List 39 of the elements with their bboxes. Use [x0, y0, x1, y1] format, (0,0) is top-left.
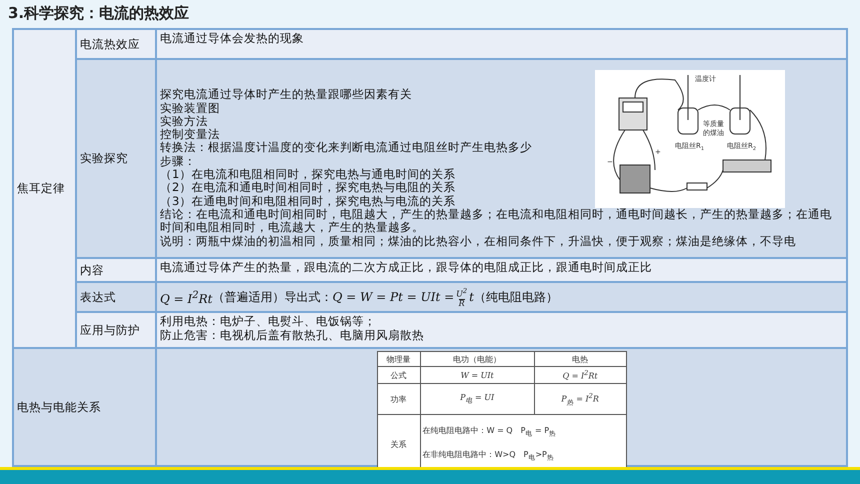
table-cell: 电热: [534, 352, 626, 367]
row-header: 焦耳定律: [13, 29, 76, 348]
table-cell: 电功（电能）: [420, 352, 534, 367]
text-line: 说明：两瓶中煤油的初温相同，质量相同；煤油的比热容小，在相同条件下，升温快，便于观察；煤油是绝缘体，不导电: [160, 234, 797, 248]
text-line: （1）在电流和电阻相同时，探究电热与通电时间的关系: [160, 168, 456, 182]
row-header: 电热与电能关系: [13, 348, 156, 466]
text-line: （2）在电流和通电时间相同时，探究电热与电阻的关系: [160, 181, 456, 195]
row-label: 电流热效应: [76, 29, 156, 60]
formula-note: （普遍适用）: [212, 290, 284, 304]
formula: t: [469, 290, 474, 304]
text-line: 探究电流通过导体时产生的热量跟哪些因素有关: [160, 88, 412, 102]
formula-note: （纯电阻电路）: [474, 290, 558, 304]
text-line: 实验方法: [160, 114, 208, 128]
row-label: 应用与防护: [76, 312, 156, 348]
text-line: （3）在通电时间和电阻相同时，探究电热与电流的关系: [160, 194, 456, 208]
formula: Q = I$^{2}$Rt: [160, 288, 212, 306]
row-label: 实验探究: [76, 59, 156, 258]
fraction: U$^{2}$ R: [456, 287, 468, 308]
slide-title: 3.科学探究：电流的热效应: [7, 3, 190, 24]
table-cell: Q = I$^{2}$Rt: [534, 366, 626, 384]
text-line: 转换法：根据温度计温度的变化来判断电流通过电阻丝时产生电热多少: [160, 141, 532, 155]
table-cell: P$_{热}$ = I$^{2}$R: [534, 384, 626, 415]
table-cell: 公式: [377, 366, 420, 384]
text-line: 控制变量法: [160, 128, 220, 142]
text-line: 防止危害：电视机后盖有散热孔、电脑用风扇散热: [160, 328, 425, 342]
table-cell: P$_{电}$ = UI: [420, 384, 534, 415]
row-label: 内容: [76, 258, 156, 282]
table-cell: W = UIt: [420, 366, 534, 384]
text-line: 电流通过导体会发热的现象: [160, 32, 305, 46]
text-line: 结论：在电流和通电时间相同时，电阻越大，产生的热量越多；在电流和电阻相同时，通电时间越长，产生的热量越多；在通电时间和电阻相同时，电流越大，产生的热量越多。: [160, 208, 833, 235]
table-cell: 物理量: [377, 352, 420, 367]
text-line: 步骤：: [160, 154, 196, 168]
table-cell: 功率: [377, 384, 420, 415]
derived-label: 导出式：: [284, 290, 332, 304]
text-line: 利用电热：电炉子、电熨斗、电饭锅等；: [160, 315, 377, 329]
row-label: 表达式: [76, 282, 156, 312]
formula: Q = W = Pt = UIt =: [332, 290, 454, 304]
text-line: 实验装置图: [160, 102, 220, 115]
text-line: 电流通过导体产生的热量，跟电流的二次方成正比，跟导体的电阻成正比，跟通电时间成正比: [160, 261, 653, 275]
